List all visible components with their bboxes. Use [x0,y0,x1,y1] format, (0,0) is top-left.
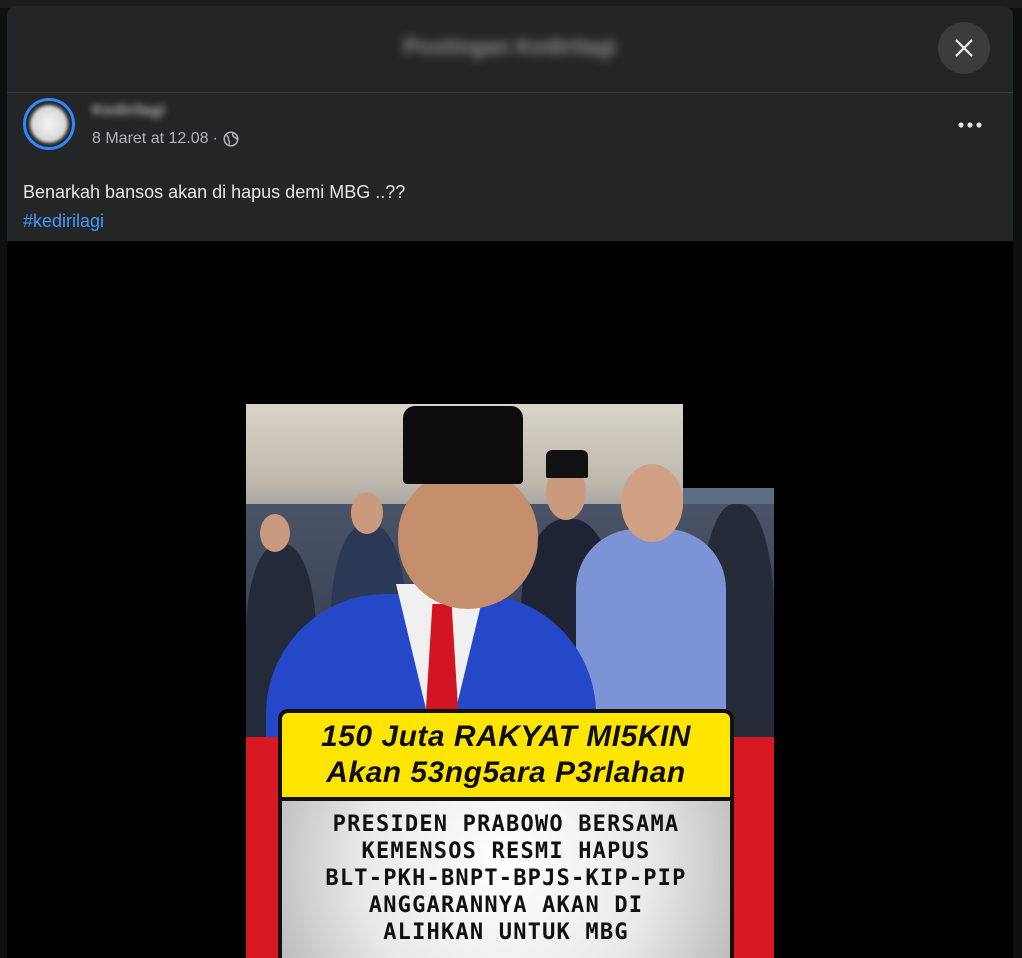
image-body-line: ANGGARANNYA AKAN DI [368,893,644,918]
post-meta: 8 Maret at 12.08 · [92,130,240,148]
globe-icon [223,131,239,147]
post-text: Benarkah bansos akan di hapus demi MBG .… [23,182,406,202]
close-icon [955,39,973,57]
post-timestamp[interactable]: 8 Maret at 12.08 [92,130,209,148]
post-header: Kedirilagi 8 Maret at 12.08 · Benarkah b… [7,93,1013,243]
avatar-image [30,105,68,143]
hashtag-link[interactable]: #kedirilagi [23,207,405,236]
more-icon [958,122,982,128]
image-figure-head [260,514,290,552]
image-headline-line: 150 Juta RAKYAT MI5KIN [321,720,691,753]
image-figure-cap [546,450,588,478]
avatar[interactable] [23,98,75,150]
image-side-head [621,464,683,542]
post-modal: Postingan Kedirilagi Kedirilagi 8 Maret … [7,6,1013,958]
image-headline-line: Akan 53ng5ara P3rlahan [326,756,686,789]
post-image[interactable]: 150 Juta RAKYAT MI5KIN Akan 53ng5ara P3r… [246,404,774,958]
image-body-line: PRESIDEN PRABOWO BERSAMA [332,812,680,837]
modal-title: Postingan Kedirilagi [403,34,617,59]
image-body-line: ALIHKAN UNTUK MBG [383,920,629,945]
image-body-line: KEMENSOS RESMI HAPUS [361,839,651,864]
meta-separator: · [212,130,218,147]
image-figure-head [351,492,383,534]
image-main-head [398,469,538,609]
image-corner [683,404,774,488]
post-body: Benarkah bansos akan di hapus demi MBG .… [23,178,405,236]
image-body-box: PRESIDEN PRABOWO BERSAMA KEMENSOS RESMI … [278,801,734,958]
image-body-line: BLT-PKH-BNPT-BPJS-KIP-PIP [325,866,687,891]
post-media[interactable]: 150 Juta RAKYAT MI5KIN Akan 53ng5ara P3r… [7,241,1013,958]
close-button[interactable] [938,22,990,74]
author-name[interactable]: Kedirilagi [92,102,165,120]
image-headline-box: 150 Juta RAKYAT MI5KIN Akan 53ng5ara P3r… [278,709,734,801]
image-main-cap [403,406,523,484]
modal-header: Postingan Kedirilagi [7,6,1013,93]
more-options-button[interactable] [953,115,987,135]
image-red-band-left [246,737,279,958]
image-side-figure [576,529,726,739]
image-red-band-right [733,737,774,958]
